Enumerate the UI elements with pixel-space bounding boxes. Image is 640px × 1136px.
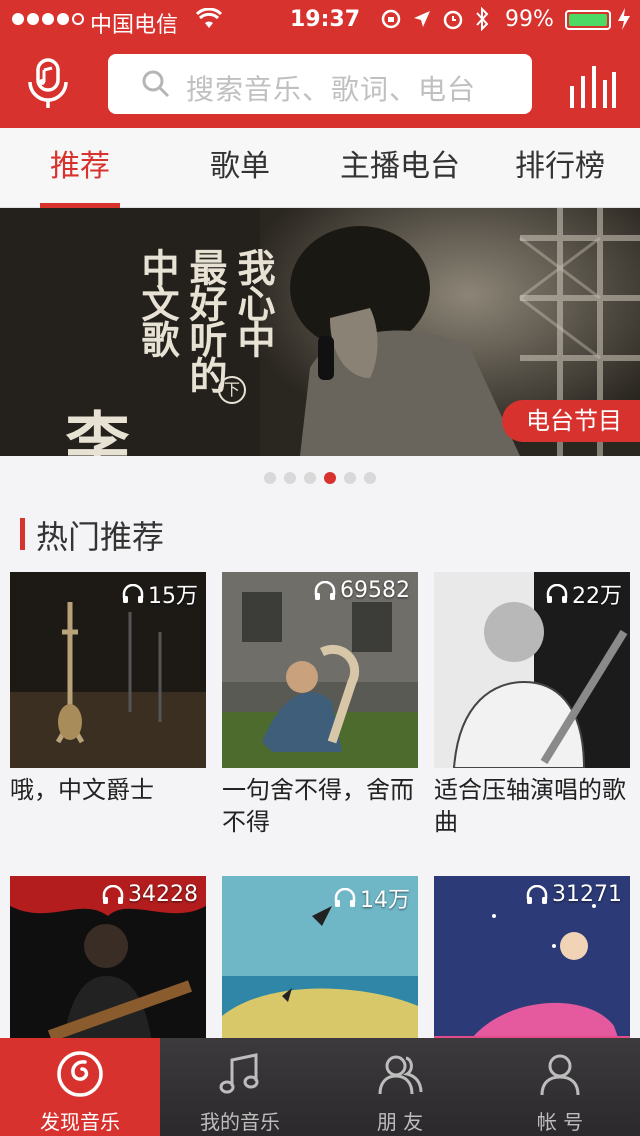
section-title: 热门推荐: [36, 518, 165, 556]
play-count-value: 31271: [552, 882, 622, 907]
banner-page-indicator[interactable]: [0, 472, 640, 484]
page-dot[interactable]: [304, 472, 316, 484]
nav-label: 发现音乐: [40, 1110, 120, 1134]
headphones-icon: [314, 580, 336, 600]
playlist-card-jazz[interactable]: 15万哦，中文爵士: [10, 572, 206, 806]
status-bar: 中国电信 19:37 99%: [0, 0, 640, 40]
rotation-lock-icon: [380, 8, 402, 36]
tab-label: 歌单: [210, 149, 270, 184]
tab-recommend[interactable]: 推荐: [0, 128, 160, 208]
account-icon: [540, 1054, 580, 1096]
tab-label: 排行榜: [515, 149, 605, 184]
banner-title-main: 李志: [55, 408, 130, 456]
play-count: 69582: [314, 578, 410, 603]
play-count: 34228: [102, 882, 198, 907]
headphones-icon: [122, 584, 144, 603]
playlist-cover: 22万: [434, 572, 630, 768]
tab-label: 推荐: [50, 149, 110, 184]
play-count-value: 69582: [340, 578, 410, 603]
nav-discover-music[interactable]: 发现音乐: [0, 1038, 160, 1136]
headphones-icon: [526, 884, 548, 904]
playlist-cover: 15万: [10, 572, 206, 768]
nav-label: 帐 号: [536, 1110, 584, 1134]
charging-icon: [616, 7, 632, 37]
tab-playlists[interactable]: 歌单: [160, 128, 320, 208]
bottom-tab-bar: 发现音乐 我的音乐 朋 友 帐 号: [0, 1038, 640, 1136]
battery-percent: 99%: [505, 7, 554, 32]
banner-badge: 电台节目: [502, 400, 640, 442]
banner-title-lines: 我心中 最好听的 中文歌: [135, 248, 276, 418]
carrier-name: 中国电信: [90, 13, 179, 38]
play-count: 15万: [122, 578, 198, 610]
banner-title-line: 中文歌: [135, 248, 180, 356]
status-time: 19:37: [290, 7, 361, 32]
nav-label: 我的音乐: [200, 1110, 280, 1134]
playlist-name: 哦，中文爵士: [10, 776, 154, 804]
nav-label: 朋 友: [376, 1110, 424, 1134]
headphones-icon: [334, 888, 356, 907]
nav-account[interactable]: 帐 号: [480, 1038, 640, 1136]
page-dot[interactable]: [264, 472, 276, 484]
playlist-cover: 69582: [222, 572, 418, 768]
page-dot[interactable]: [364, 472, 376, 484]
play-count-value: 15万: [148, 584, 198, 609]
play-count: 14万: [334, 882, 410, 914]
play-count: 22万: [546, 578, 622, 610]
playlist-name: 一句舍不得，舍而不得: [222, 776, 414, 836]
tab-charts[interactable]: 排行榜: [480, 128, 640, 208]
location-icon: [412, 9, 432, 35]
now-playing-icon[interactable]: [568, 64, 616, 108]
music-note-icon: [219, 1053, 259, 1094]
promo-banner[interactable]: 李志 我心中最好听的中文歌 下 电台节目: [0, 208, 640, 456]
play-count-value: 34228: [128, 882, 198, 907]
top-tabs: 推荐 歌单 主播电台 排行榜: [0, 128, 640, 208]
page-dot[interactable]: [344, 472, 356, 484]
app-header: 中国电信 19:37 99% 搜索音乐、歌词、电台: [0, 0, 640, 128]
bluetooth-icon: [474, 6, 490, 37]
battery-icon: [565, 10, 611, 30]
play-count-value: 22万: [572, 584, 622, 609]
search-placeholder: 搜索音乐、歌词、电台: [186, 73, 477, 106]
headphones-icon: [102, 884, 124, 904]
status-icons: [380, 6, 490, 37]
nav-friends[interactable]: 朋 友: [320, 1038, 480, 1136]
playlist-card-finale[interactable]: 22万适合压轴演唱的歌曲: [434, 572, 630, 838]
playlist-card-reluctant[interactable]: 69582 一句舍不得，舍而不得: [222, 572, 418, 838]
play-count-value: 14万: [360, 888, 410, 913]
search-icon: [142, 70, 170, 98]
page-dot[interactable]: [284, 472, 296, 484]
tab-label: 主播电台: [340, 149, 460, 184]
playlist-name: 适合压轴演唱的歌曲: [434, 776, 626, 836]
nav-my-music[interactable]: 我的音乐: [160, 1038, 320, 1136]
play-count: 31271: [526, 882, 622, 907]
alarm-icon: [442, 8, 464, 36]
wifi-icon: [195, 7, 223, 36]
banner-title-mark: 下: [218, 376, 246, 404]
voice-search-icon[interactable]: [26, 58, 70, 110]
signal-strength-icon: [12, 13, 84, 25]
search-input[interactable]: 搜索音乐、歌词、电台: [108, 54, 532, 114]
headphones-icon: [546, 584, 568, 603]
netease-music-icon: [57, 1051, 103, 1097]
page-dot[interactable]: [324, 472, 336, 484]
friends-icon: [378, 1055, 423, 1095]
tab-radio[interactable]: 主播电台: [320, 128, 480, 208]
section-marker: [20, 518, 25, 550]
